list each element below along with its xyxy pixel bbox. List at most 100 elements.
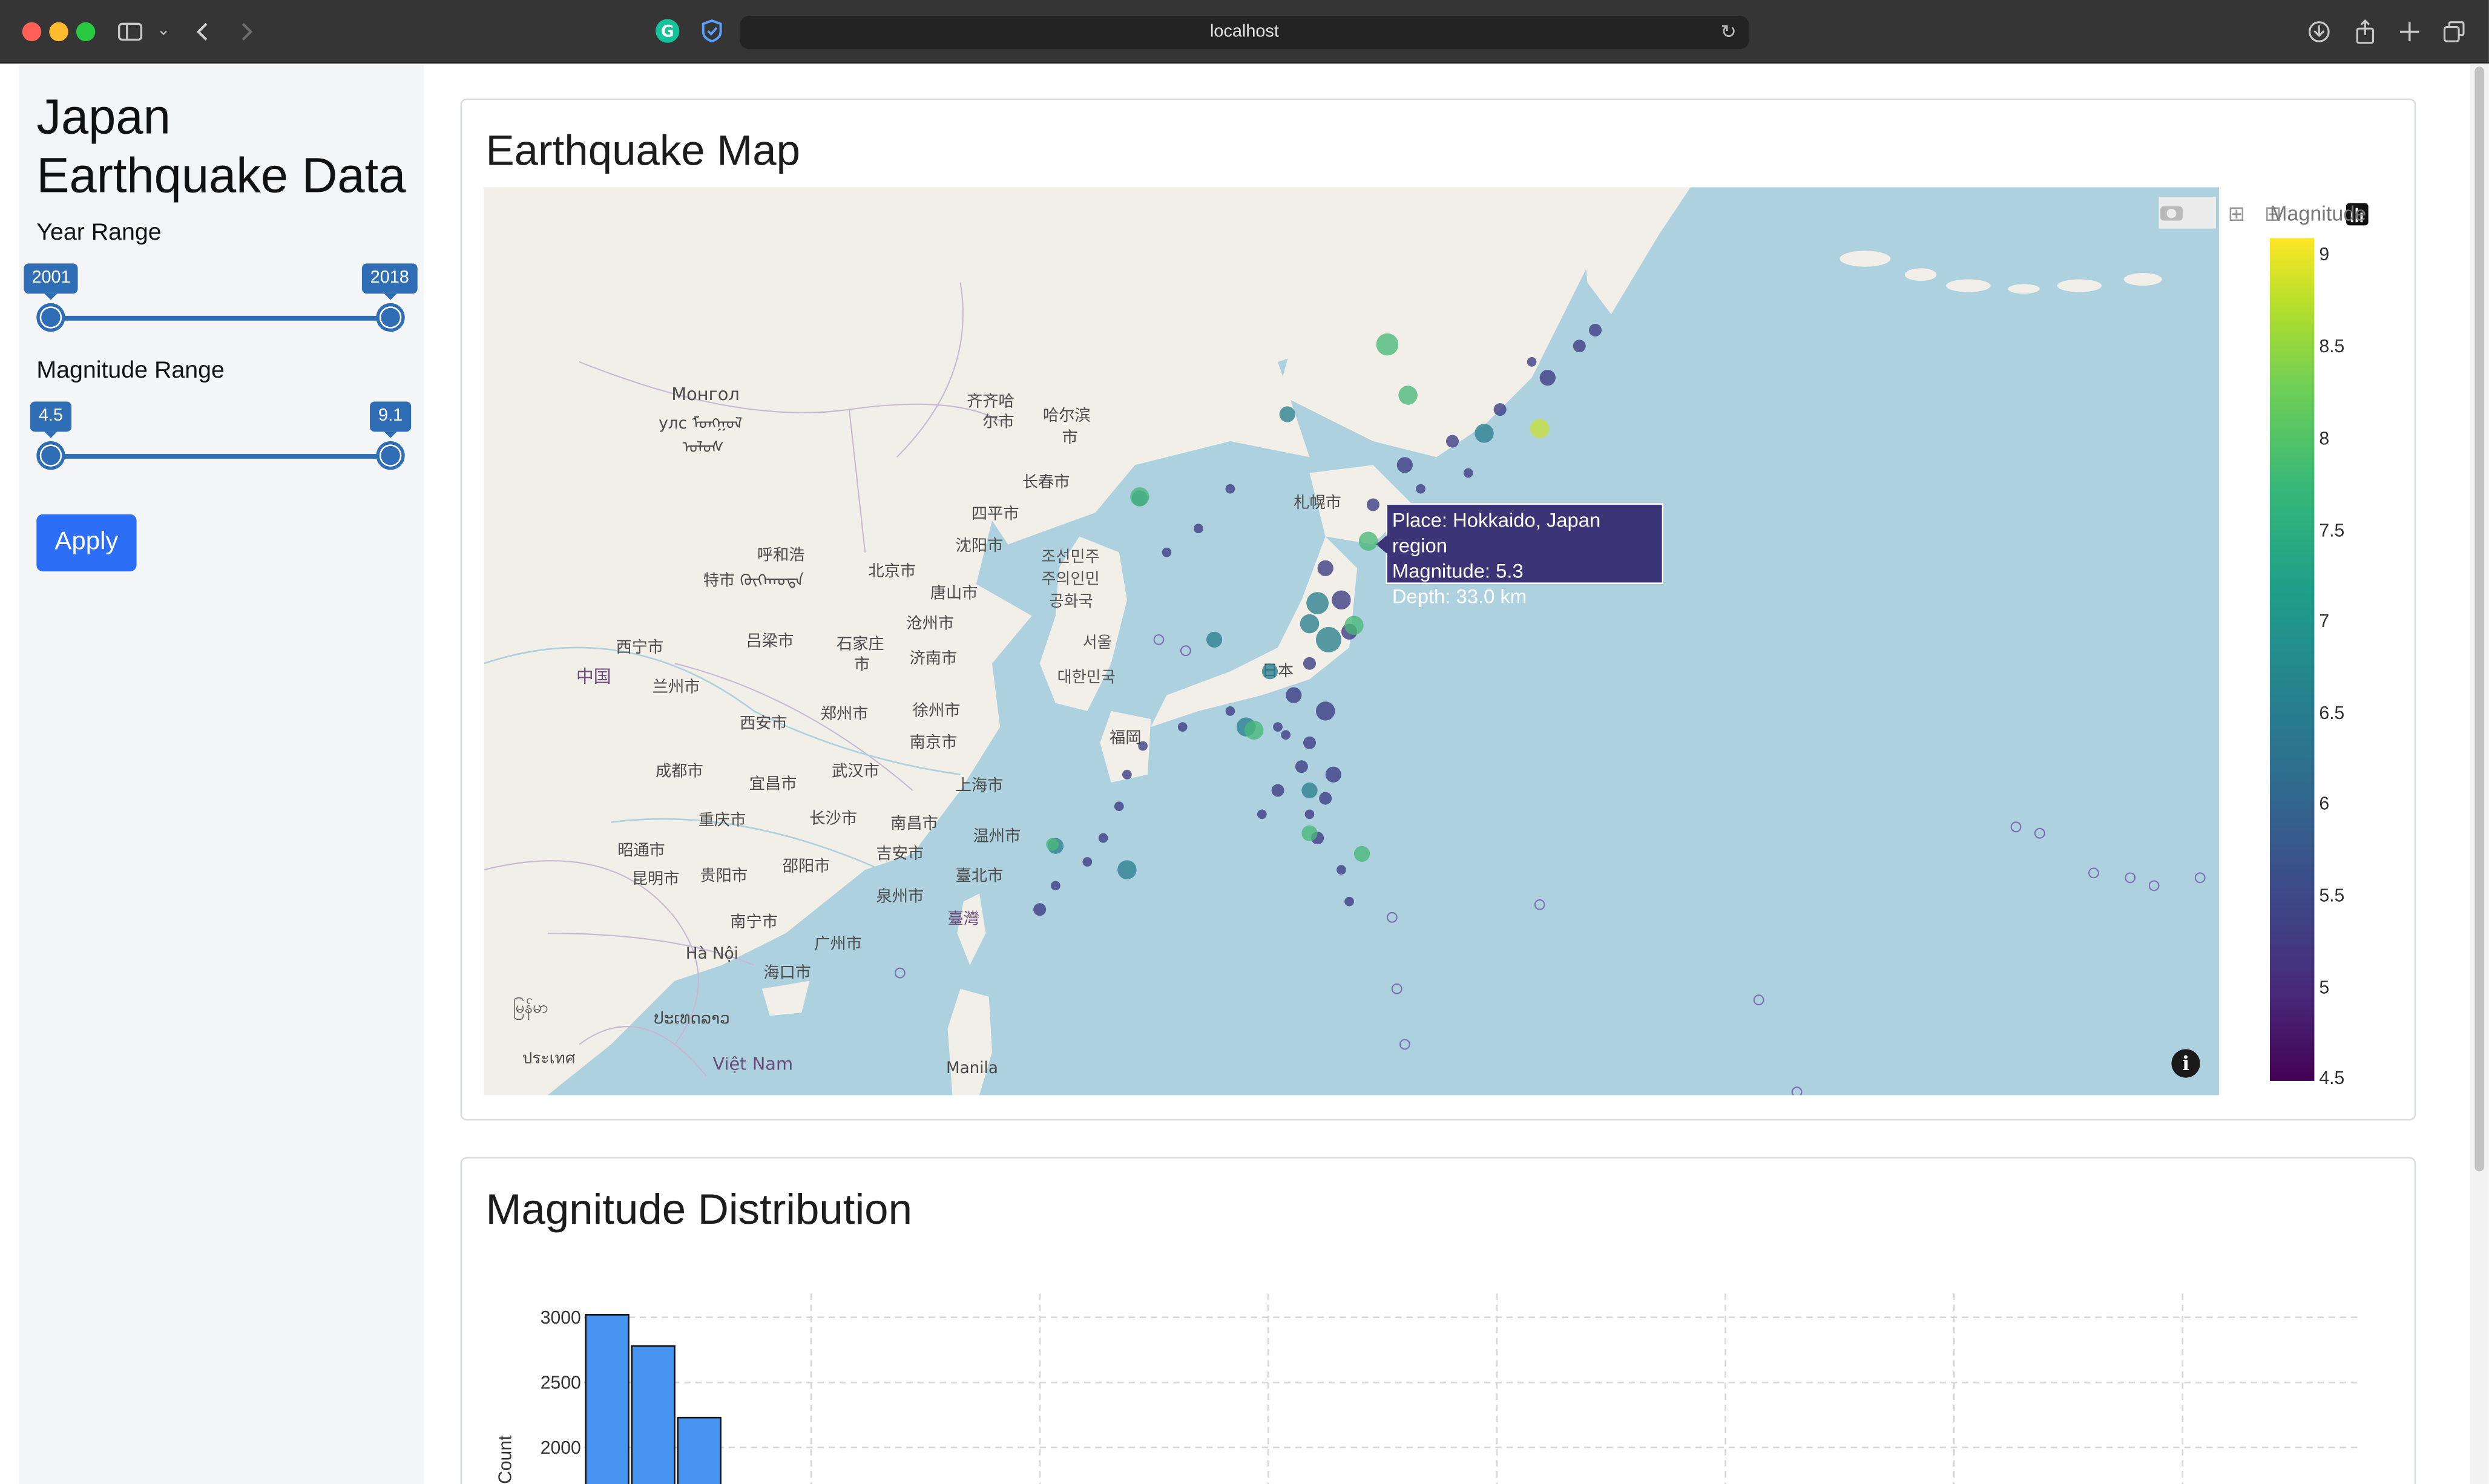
y-tick-label: 2000 [541,1438,581,1458]
year-range-label: Year Range [36,218,162,246]
url-text: localhost [1210,22,1279,42]
svg-text:ᠤᠯᠤᠰ: ᠤᠯᠤᠰ [683,438,724,456]
svg-text:ประเทศ: ประเทศ [522,1049,576,1068]
colorbar-tick: 6.5 [2319,704,2345,724]
map-background: Монгол улс ᠮᠣᠩᠭᠣᠯ ᠤᠯᠤᠰ 齐齐哈 尔市 哈尔滨 市 长春市 … [484,187,2206,1095]
y-tick-label: 2500 [541,1373,581,1393]
year-max-tooltip: 2018 [361,263,418,300]
svg-text:四平市: 四平市 [972,505,1019,524]
svg-text:沧州市: 沧州市 [906,615,954,633]
minimize-window-button[interactable] [49,22,68,42]
svg-text:武汉市: 武汉市 [832,762,880,780]
magnitude-distribution-title: Magnitude Distribution [485,1186,912,1233]
svg-text:南京市: 南京市 [910,734,958,752]
zoom-window-button[interactable] [76,22,96,42]
hover-place: Place: Hokkaido, Japan region [1392,509,1601,557]
forward-icon[interactable] [235,16,257,47]
grammarly-icon[interactable]: G [656,19,680,43]
svg-text:尔市: 尔市 [982,413,1014,431]
app-title: Japan Earthquake Data [36,88,406,203]
svg-text:特市 ᠬᠥᠬᠡᠬᠣᠲᠠ: 特市 ᠬᠥᠬᠡᠬᠣᠲᠠ [703,572,804,590]
chevron-down-icon[interactable]: ⌄ [154,16,173,47]
colorbar-tick: 7.5 [2319,522,2345,542]
magnitude-histogram[interactable]: 2000 2500 3000 Count [484,1254,2389,1484]
svg-text:上海市: 上海市 [956,776,1004,795]
svg-text:长沙市: 长沙市 [809,810,857,828]
back-icon[interactable] [192,16,214,47]
svg-text:南昌市: 南昌市 [890,815,938,833]
zoom-in-icon[interactable]: ⊞ [2224,199,2249,230]
magnitude-range-slider[interactable] [50,454,391,459]
svg-text:济南市: 济南市 [910,649,958,668]
tabs-overview-icon[interactable] [2440,16,2468,47]
svg-text:မြန်မာ: မြန်မာ [513,997,548,1020]
svg-text:Монгол: Монгол [671,384,740,404]
svg-text:臺北市: 臺北市 [956,867,1004,885]
y-axis-title: Count [495,1435,515,1484]
earthquake-map[interactable]: Монгол улс ᠮᠣᠩᠭᠣᠯ ᠤᠯᠤᠰ 齐齐哈 尔市 哈尔滨 市 长春市 … [484,187,2220,1095]
reload-icon[interactable]: ↻ [1721,16,1737,49]
svg-text:市: 市 [1062,429,1077,447]
svg-text:邵阳市: 邵阳市 [783,858,830,876]
download-icon[interactable] [2305,16,2333,47]
svg-text:Việt Nam: Việt Nam [712,1054,793,1074]
magnitude-min-handle[interactable] [36,441,65,470]
magnitude-max-tooltip: 9.1 [370,401,412,438]
svg-text:重庆市: 重庆市 [699,812,746,830]
vertical-scrollbar[interactable] [2470,63,2489,1484]
kamchatka-landmass [1579,187,1691,315]
colorbar-tick: 4.5 [2319,1069,2345,1089]
histogram-bar[interactable] [585,1314,630,1484]
scrollbar-thumb[interactable] [2474,67,2485,1172]
svg-text:南宁市: 南宁市 [730,913,778,931]
new-tab-icon[interactable] [2395,16,2424,47]
close-window-button[interactable] [22,22,42,42]
y-tick-label: 3000 [541,1308,581,1328]
luzon-landmass [947,988,992,1095]
svg-text:吉安市: 吉安市 [876,845,924,863]
colorbar-title: Magnitude [2270,202,2367,226]
svg-text:서울: 서울 [1082,634,1111,652]
svg-text:臺灣: 臺灣 [948,910,979,928]
svg-text:福岡: 福岡 [1110,729,1141,747]
taiwan-landmass [957,893,986,965]
colorbar-tick: 8 [2319,430,2330,450]
svg-text:广州市: 广州市 [814,935,862,953]
colorbar-tick: 7 [2319,612,2330,632]
colorbar-tick: 8.5 [2319,338,2345,358]
svg-text:海口市: 海口市 [763,964,811,982]
camera-icon[interactable] [2159,197,2216,229]
svg-text:长春市: 长春市 [1022,473,1070,491]
svg-text:Manila: Manila [946,1059,998,1077]
share-icon[interactable] [2351,16,2379,47]
svg-text:温州市: 温州市 [973,827,1021,845]
svg-text:공화국: 공화국 [1049,593,1093,611]
histogram-bar[interactable] [677,1416,722,1484]
magnitude-min-tooltip: 4.5 [30,401,72,438]
svg-text:G: G [661,22,674,41]
histogram-bar[interactable] [631,1345,676,1484]
magnitude-colorbar [2270,238,2315,1081]
sidebar-icon[interactable] [117,16,143,47]
shield-icon[interactable] [700,19,723,43]
svg-text:兰州市: 兰州市 [653,678,700,696]
colorbar-tick: 5 [2319,979,2330,999]
year-max-handle[interactable] [376,303,405,332]
earthquake-map-title: Earthquake Map [485,126,801,175]
magnitude-max-handle[interactable] [376,441,405,470]
svg-text:Hà Nội: Hà Nội [686,945,738,963]
svg-text:西安市: 西安市 [740,715,787,733]
svg-text:улс ᠮᠣᠩᠭᠣᠯ: улс ᠮᠣᠩᠭᠣᠯ [659,415,742,433]
address-bar[interactable]: localhost ↻ [740,16,1749,50]
map-attribution-info-icon[interactable]: i [2171,1049,2200,1078]
russia-far-east-landmass [1278,187,1627,458]
svg-text:札幌市: 札幌市 [1294,494,1341,512]
hover-depth: Depth: 33.0 km [1392,585,1527,608]
svg-text:宜昌市: 宜昌市 [749,775,797,793]
year-range-slider[interactable] [50,315,391,321]
year-min-handle[interactable] [36,303,65,332]
svg-text:成都市: 成都市 [656,762,703,780]
apply-button[interactable]: Apply [36,514,137,572]
svg-text:昭通市: 昭通市 [617,842,665,860]
svg-text:西宁市: 西宁市 [616,639,663,657]
